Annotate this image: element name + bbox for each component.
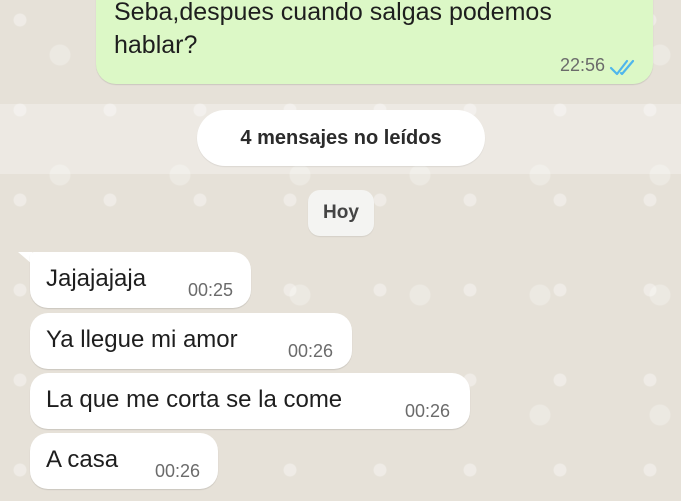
outgoing-message-bubble[interactable]: Seba,despues cuando salgas podemos habla… [96,0,653,84]
message-text: A casa [46,446,119,473]
message-time: 00:26 [288,341,334,361]
message-text: Seba,despues cuando salgas podemos habla… [114,0,552,59]
message-text: Jajajajaja [46,265,147,292]
message-text: La que me corta se la come [46,386,343,413]
date-separator: Hoy [308,190,374,236]
unread-messages-badge: 4 mensajes no leídos [197,110,485,166]
message-time: 22:56 [559,55,605,75]
message-text: Ya llegue mi amor [46,326,238,353]
incoming-message-bubble[interactable]: La que me corta se la come 00:26 [30,373,470,429]
incoming-message-bubble[interactable]: Ya llegue mi amor 00:26 [30,313,352,369]
message-time: 00:25 [188,280,234,300]
message-time: 00:26 [155,461,201,481]
incoming-message-bubble[interactable]: A casa 00:26 [30,433,218,489]
message-time: 00:26 [405,401,451,421]
incoming-message-bubble[interactable]: Jajajajaja 00:25 [30,252,251,308]
double-check-read-icon [609,59,635,76]
